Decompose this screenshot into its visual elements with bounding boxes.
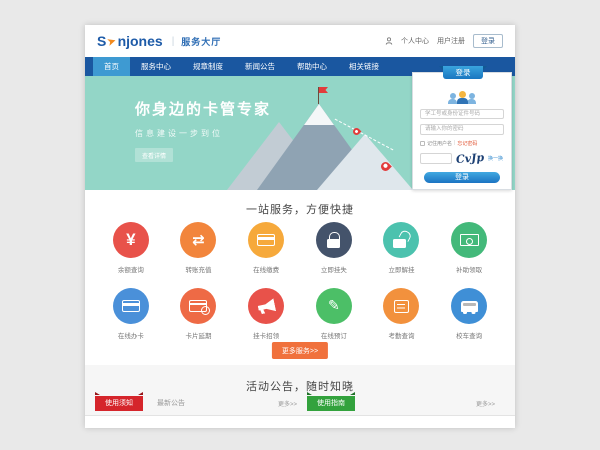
services-section: 一站服务，方便快捷 余额查询 转账充值 在线缴费 立即挂失	[85, 190, 515, 365]
more-notices-link[interactable]: 更多>>	[278, 399, 307, 408]
service-online-payment[interactable]: 在线缴费	[232, 222, 300, 274]
synjones-logo[interactable]: S➤njones | 服务大厅	[97, 33, 221, 49]
mountain-snowcap	[304, 104, 334, 125]
tab-latest-news[interactable]: 最新公告	[157, 398, 185, 408]
announcement-content-area	[85, 415, 515, 428]
site-header: S➤njones | 服务大厅 个人中心 用户注册 登录	[85, 25, 515, 57]
nav-item-links[interactable]: 相关链接	[338, 57, 390, 76]
users-group-icon	[447, 91, 477, 104]
service-balance-query[interactable]: 余额查询	[97, 222, 165, 274]
tab-usage-notice[interactable]: 使用须知	[95, 396, 143, 411]
logo-divider: |	[172, 36, 175, 47]
red-flag-icon	[319, 87, 328, 93]
mountain-front	[317, 134, 413, 190]
username-input[interactable]	[420, 109, 504, 119]
service-online-booking[interactable]: 在线预订	[300, 288, 368, 340]
portal-page: S➤njones | 服务大厅 个人中心 用户注册 登录 首页 服务中心 规章制…	[85, 25, 515, 428]
hero-title: 你身边的卡管专家	[135, 98, 271, 119]
login-tab[interactable]: 登录	[443, 66, 483, 79]
desktop-background: S➤njones | 服务大厅 个人中心 用户注册 登录 首页 服务中心 规章制…	[0, 0, 600, 450]
remember-checkbox[interactable]	[420, 141, 425, 146]
site-name: 服务大厅	[181, 35, 221, 48]
hero-text-block: 你身边的卡管专家 信息建设一步到位 查看详情	[135, 98, 271, 163]
service-online-card-apply[interactable]: 在线办卡	[97, 288, 165, 340]
pencil-icon	[328, 297, 340, 315]
logo-arrow-icon: ➤	[106, 33, 119, 48]
megaphone-icon	[256, 298, 275, 314]
captcha-image[interactable]: CvJp	[456, 151, 485, 166]
service-report-loss[interactable]: 立即挂失	[300, 222, 368, 274]
guide-column: 使用指南 更多>>	[307, 395, 505, 411]
id-card-icon	[122, 300, 140, 312]
announcements-section: 活动公告，随时知晓 使用须知 最新公告 更多>> 使用指南 更多>>	[85, 365, 515, 428]
services-title: 一站服务，方便快捷	[85, 201, 515, 217]
remember-row: 记住用户名 | 忘记密码	[420, 140, 504, 147]
nav-item-rules[interactable]: 规章制度	[182, 57, 234, 76]
logo-text-prefix: S	[97, 33, 106, 49]
calendar-icon	[394, 300, 409, 313]
login-submit-button[interactable]: 登录	[424, 172, 500, 183]
remember-label: 记住用户名	[427, 140, 452, 147]
header-login-button[interactable]: 登录	[473, 34, 503, 48]
service-cancel-loss[interactable]: 立即解挂	[368, 222, 436, 274]
hero-subtitle: 信息建设一步到位	[135, 128, 271, 139]
announcement-tabs: 使用须知 最新公告 更多>> 使用指南 更多>>	[95, 395, 505, 411]
nav-item-service-center[interactable]: 服务中心	[130, 57, 182, 76]
register-link[interactable]: 用户注册	[437, 36, 465, 46]
nav-item-help-center[interactable]: 帮助中心	[286, 57, 338, 76]
header-user-area: 个人中心 用户注册 登录	[385, 34, 503, 48]
nav-item-home[interactable]: 首页	[93, 57, 130, 76]
banknote-icon	[460, 234, 479, 246]
nav-item-news[interactable]: 新闻公告	[234, 57, 286, 76]
lock-closed-icon	[326, 232, 342, 248]
yen-icon	[126, 230, 135, 250]
lock-open-icon	[392, 232, 410, 248]
person-icon	[385, 37, 393, 45]
card-clock-icon	[189, 300, 207, 312]
bus-icon	[461, 301, 478, 312]
forgot-password-link[interactable]: 忘记密码	[457, 140, 477, 147]
password-input[interactable]	[420, 124, 504, 134]
hero-cta-button[interactable]: 查看详情	[135, 148, 173, 162]
more-services-button[interactable]: 更多服务>>	[272, 342, 328, 359]
login-panel: 登录 记住用户名 | 忘记密码 CvJp 换一换 登录	[412, 72, 512, 190]
captcha-refresh-link[interactable]: 换一换	[488, 155, 503, 162]
remember-divider: |	[454, 140, 455, 146]
services-grid: 余额查询 转账充值 在线缴费 立即挂失 立即解挂	[97, 222, 503, 340]
announcements-title: 活动公告，随时知晓	[85, 378, 515, 394]
service-transfer-recharge[interactable]: 转账充值	[165, 222, 233, 274]
transfer-arrows-icon	[192, 231, 205, 250]
service-subsidy-claim[interactable]: 补助领取	[435, 222, 503, 274]
more-guides-link[interactable]: 更多>>	[476, 399, 505, 408]
personal-center-link[interactable]: 个人中心	[401, 36, 429, 46]
flag-pole	[318, 87, 319, 104]
service-card-extension[interactable]: 卡片延期	[165, 288, 233, 340]
captcha-input[interactable]	[420, 153, 452, 164]
logo-text-suffix: njones	[118, 33, 163, 49]
credit-card-icon	[257, 234, 275, 246]
service-lost-card-claim[interactable]: 挂卡招领	[232, 288, 300, 340]
tab-usage-guide[interactable]: 使用指南	[307, 396, 355, 411]
captcha-row: CvJp 换一换	[420, 152, 504, 165]
service-school-bus-query[interactable]: 校车查询	[435, 288, 503, 340]
service-attendance-query[interactable]: 考勤查询	[368, 288, 436, 340]
notice-column: 使用须知 最新公告 更多>>	[95, 395, 307, 411]
